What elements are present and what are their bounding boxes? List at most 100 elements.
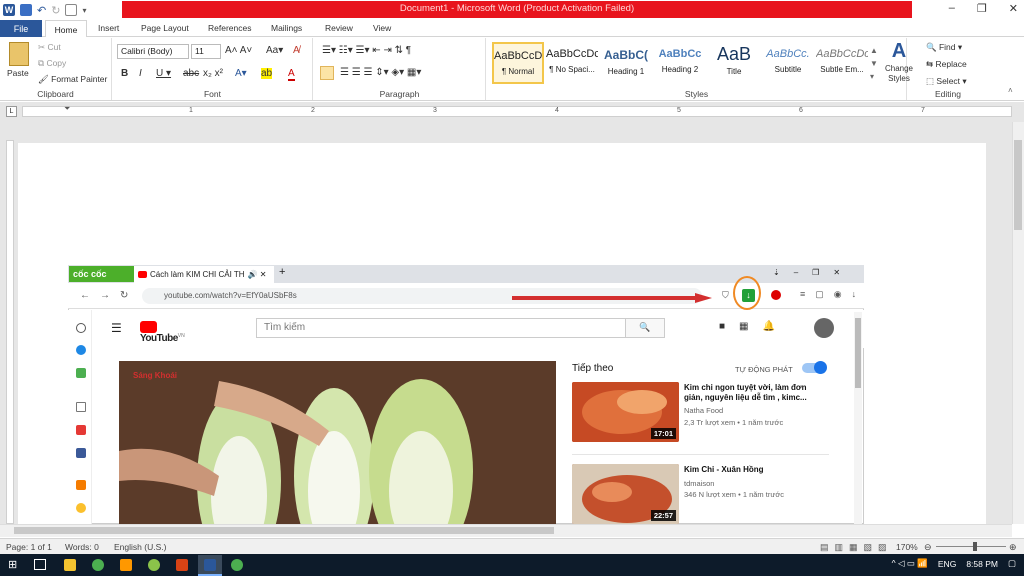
font-family-select[interactable]: Calibri (Body) bbox=[117, 44, 189, 59]
zoom-level[interactable]: 170% bbox=[896, 542, 918, 552]
style-heading-2[interactable]: AaBbCc Heading 2 bbox=[654, 42, 706, 84]
styles-scroll-icon[interactable]: ▲ ▼ ▾ bbox=[870, 44, 878, 83]
notification-icon[interactable]: ▢ bbox=[1008, 558, 1016, 569]
style-title[interactable]: AaB Title bbox=[708, 42, 760, 84]
select-button[interactable]: ⬚ Select ▾ bbox=[926, 76, 967, 87]
task-view-icon[interactable] bbox=[34, 559, 46, 570]
coccoc-logo: cốc cốc bbox=[69, 266, 134, 282]
italic-icon[interactable]: I bbox=[139, 68, 142, 79]
video-channel: tdmaison bbox=[684, 479, 715, 488]
language-indicator[interactable]: English (U.S.) bbox=[114, 542, 166, 552]
browser-tab: Cách làm KIM CHI CẢI TH 🔊 ✕ bbox=[134, 266, 274, 283]
app-icon[interactable] bbox=[120, 559, 132, 571]
zoom-slider[interactable] bbox=[936, 546, 1006, 547]
tab-page-layout[interactable]: Page Layout bbox=[141, 23, 189, 33]
file-explorer-icon[interactable] bbox=[64, 559, 76, 571]
youtube-region: VN bbox=[177, 333, 185, 339]
underline-icon[interactable]: U ▾ bbox=[156, 68, 171, 79]
highlight-icon[interactable]: ab bbox=[261, 68, 273, 79]
zoom-slider-thumb[interactable] bbox=[973, 542, 977, 551]
ruler-number: 4 bbox=[555, 107, 559, 114]
change-styles-icon: A bbox=[891, 40, 907, 62]
chrome-icon-2[interactable] bbox=[231, 559, 243, 571]
clear-format-icon[interactable]: A̸ bbox=[293, 45, 300, 56]
style-subtle-emphasis[interactable]: AaBbCcDc Subtle Em... bbox=[816, 42, 868, 84]
strikethrough-icon[interactable]: abc bbox=[183, 68, 199, 79]
tray-icons[interactable]: ^ ◁ ▭ 📶 bbox=[892, 558, 928, 569]
clock[interactable]: 8:58 PM bbox=[966, 559, 998, 569]
close-button[interactable]: ✕ bbox=[1009, 2, 1018, 15]
bold-icon[interactable]: B bbox=[121, 68, 128, 79]
style-heading-1[interactable]: AaBbC( Heading 1 bbox=[600, 42, 652, 84]
coccoc-taskbar-icon[interactable] bbox=[148, 559, 160, 571]
copy-label: Copy bbox=[46, 58, 67, 68]
bullets-icon[interactable]: ☰▾ ☷▾ ☰▾ ⇤ ⇥ ⇅ ¶ bbox=[322, 45, 411, 56]
browser-toolbar-icons: ≡▢◉↓ bbox=[800, 289, 867, 299]
font-color-icon[interactable]: A bbox=[288, 68, 295, 81]
tab-view[interactable]: View bbox=[373, 23, 391, 33]
zoom-in-icon[interactable]: ⊕ bbox=[1009, 542, 1017, 553]
new-doc-icon[interactable] bbox=[65, 4, 78, 16]
undo-icon[interactable]: ↶ bbox=[37, 4, 46, 17]
vertical-ruler bbox=[6, 140, 14, 524]
tab-review[interactable]: Review bbox=[325, 23, 353, 33]
word-taskbar-icon[interactable] bbox=[204, 559, 216, 571]
change-styles-button[interactable]: A Change Styles bbox=[882, 40, 916, 83]
powerpoint-icon[interactable] bbox=[176, 559, 188, 571]
find-label: Find bbox=[938, 42, 956, 52]
tab-insert[interactable]: Insert bbox=[98, 23, 119, 33]
view-mode-icons[interactable]: ▤▥▦▧▨ bbox=[820, 542, 893, 553]
cut-button[interactable]: ✂ Cut bbox=[38, 42, 61, 53]
format-painter-button[interactable]: 🖌 Format Painter bbox=[38, 74, 107, 85]
red-arrow-annotation bbox=[512, 293, 712, 303]
customize-qat-icon[interactable]: ▾ bbox=[82, 6, 86, 15]
indent-marker-icon[interactable]: ⏷ bbox=[64, 104, 70, 114]
browser-nav-icons: ←→↻ bbox=[80, 290, 139, 301]
align-left-icon[interactable] bbox=[320, 66, 334, 80]
style-sample: AaBbCcDc bbox=[546, 48, 598, 60]
minimize-button[interactable]: – bbox=[949, 2, 955, 15]
find-button[interactable]: 🔍 Find ▾ bbox=[926, 42, 962, 53]
windows-start-icon[interactable]: ⊞ bbox=[8, 558, 17, 571]
style-no-spacing[interactable]: AaBbCcDc ¶ No Spaci... bbox=[546, 42, 598, 84]
change-case-icon[interactable]: Aa▾ bbox=[266, 45, 283, 56]
video-title: Kim Chi - Xuân Hồng bbox=[684, 465, 764, 474]
paste-button[interactable]: Paste bbox=[7, 68, 29, 78]
align-icons[interactable]: ☰ ☰ ☰ ⇕▾ ◈▾ ▦▾ bbox=[340, 67, 421, 78]
chrome-icon[interactable] bbox=[92, 559, 104, 571]
style-normal[interactable]: AaBbCcDc ¶ Normal bbox=[492, 42, 544, 84]
game-icon bbox=[76, 368, 86, 378]
paste-icon[interactable] bbox=[9, 42, 29, 66]
video-meta: 346 N lượt xem • 1 năm trước bbox=[684, 490, 785, 499]
tab-mailings[interactable]: Mailings bbox=[271, 23, 302, 33]
emoji-icon bbox=[76, 503, 86, 513]
text-effects-icon[interactable]: A▾ bbox=[235, 68, 247, 79]
video-overlay-text: Sáng Khoái bbox=[133, 371, 178, 380]
redo-icon[interactable]: ↻ bbox=[51, 4, 60, 17]
subscript-icon[interactable]: x₂ x² bbox=[203, 68, 223, 79]
tab-references[interactable]: References bbox=[208, 23, 251, 33]
grow-font-icon[interactable]: A˄ A˅ bbox=[225, 45, 252, 56]
zoom-out-icon[interactable]: ⊖ bbox=[924, 542, 932, 553]
tab-file[interactable]: File bbox=[0, 20, 42, 37]
tab-selector-icon[interactable]: L bbox=[6, 106, 17, 117]
restore-button[interactable]: ❐ bbox=[977, 2, 987, 15]
copy-button[interactable]: ⧉ Copy bbox=[38, 58, 66, 69]
horizontal-scroll-thumb[interactable] bbox=[14, 527, 554, 534]
tab-home[interactable]: Home bbox=[45, 20, 87, 38]
ruler-number: 6 bbox=[799, 107, 803, 114]
font-size-select[interactable]: 11 bbox=[191, 44, 221, 59]
vertical-scroll-thumb[interactable] bbox=[1014, 140, 1022, 230]
window-title: Document1 - Microsoft Word (Product Acti… bbox=[399, 3, 635, 14]
page-count[interactable]: Page: 1 of 1 bbox=[6, 542, 52, 552]
style-subtitle[interactable]: AaBbCc. Subtitle bbox=[762, 42, 814, 84]
save-icon[interactable] bbox=[20, 4, 32, 16]
ruler-number: 2 bbox=[311, 107, 315, 114]
language-indicator-taskbar[interactable]: ENG bbox=[938, 559, 956, 569]
quick-access-toolbar: W ↶ ↻ ▾ bbox=[3, 2, 86, 18]
youtube-search-button: 🔍 bbox=[625, 318, 665, 338]
ruler-scale[interactable] bbox=[22, 106, 1012, 117]
word-count[interactable]: Words: 0 bbox=[65, 542, 99, 552]
replace-button[interactable]: ⇆ Replace bbox=[926, 59, 967, 70]
collapse-ribbon-icon[interactable]: ˄ bbox=[1008, 86, 1013, 95]
